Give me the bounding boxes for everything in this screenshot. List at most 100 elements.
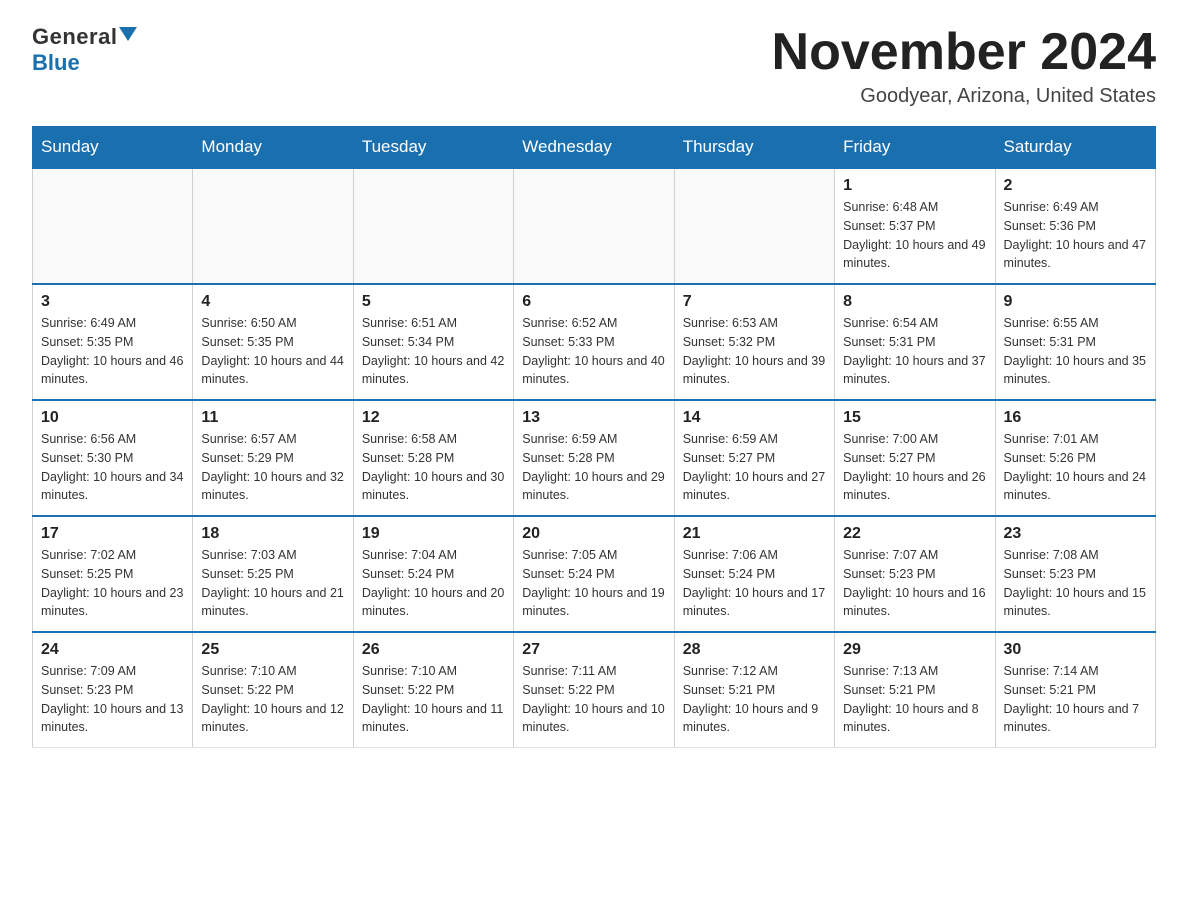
calendar-day-cell: 11 Sunrise: 6:57 AMSunset: 5:29 PMDayligh… (193, 400, 353, 516)
day-of-week-header: Friday (835, 127, 995, 169)
day-info: Sunrise: 6:58 AMSunset: 5:28 PMDaylight:… (362, 430, 505, 505)
day-number: 29 (843, 641, 986, 659)
day-info: Sunrise: 6:49 AMSunset: 5:36 PMDaylight:… (1004, 198, 1147, 273)
day-number: 5 (362, 293, 505, 311)
day-of-week-header: Monday (193, 127, 353, 169)
calendar-week-row: 10Sunrise: 6:56 AMSunset: 5:30 PMDayligh… (33, 400, 1156, 516)
logo-general-text: General (32, 24, 117, 50)
day-number: 24 (41, 641, 184, 659)
day-number: 27 (522, 641, 665, 659)
day-number: 22 (843, 525, 986, 543)
day-info: Sunrise: 7:11 AMSunset: 5:22 PMDaylight:… (522, 662, 665, 737)
calendar-day-cell: 24 Sunrise: 7:09 AMSunset: 5:23 PMDayligh… (33, 632, 193, 748)
day-number: 18 (201, 525, 344, 543)
calendar-week-row: 17 Sunrise: 7:02 AMSunset: 5:25 PMDayligh… (33, 516, 1156, 632)
day-number: 14 (683, 409, 826, 427)
day-info: Sunrise: 7:10 AMSunset: 5:22 PMDaylight:… (201, 662, 344, 737)
day-number: 12 (362, 409, 505, 427)
calendar-day-cell: 12 Sunrise: 6:58 AMSunset: 5:28 PMDayligh… (353, 400, 513, 516)
calendar-day-cell (193, 168, 353, 284)
day-info: Sunrise: 6:51 AMSunset: 5:34 PMDaylight:… (362, 314, 505, 389)
calendar-week-row: 1Sunrise: 6:48 AMSunset: 5:37 PMDaylight… (33, 168, 1156, 284)
day-info: Sunrise: 6:50 AMSunset: 5:35 PMDaylight:… (201, 314, 344, 389)
calendar-day-cell: 1Sunrise: 6:48 AMSunset: 5:37 PMDaylight… (835, 168, 995, 284)
day-number: 25 (201, 641, 344, 659)
day-info: Sunrise: 6:57 AMSunset: 5:29 PMDaylight:… (201, 430, 344, 505)
calendar-week-row: 24 Sunrise: 7:09 AMSunset: 5:23 PMDayligh… (33, 632, 1156, 748)
logo-blue-text: Blue (32, 50, 80, 76)
calendar-day-cell (33, 168, 193, 284)
calendar-day-cell: 4 Sunrise: 6:50 AMSunset: 5:35 PMDaylight… (193, 284, 353, 400)
day-number: 20 (522, 525, 665, 543)
day-number: 3 (41, 293, 184, 311)
day-info: Sunrise: 7:02 AMSunset: 5:25 PMDaylight:… (41, 546, 184, 621)
day-info: Sunrise: 7:05 AMSunset: 5:24 PMDaylight:… (522, 546, 665, 621)
day-number: 23 (1004, 525, 1147, 543)
day-number: 7 (683, 293, 826, 311)
title-block: November 2024 Goodyear, Arizona, United … (772, 24, 1156, 108)
calendar-title: November 2024 (772, 24, 1156, 81)
day-info: Sunrise: 7:14 AMSunset: 5:21 PMDaylight:… (1004, 662, 1147, 737)
day-info: Sunrise: 7:00 AMSunset: 5:27 PMDaylight:… (843, 430, 986, 505)
calendar-day-cell (674, 168, 834, 284)
day-of-week-header: Saturday (995, 127, 1155, 169)
calendar-day-cell: 26Sunrise: 7:10 AMSunset: 5:22 PMDayligh… (353, 632, 513, 748)
day-info: Sunrise: 7:10 AMSunset: 5:22 PMDaylight:… (362, 662, 505, 737)
calendar-day-cell: 15 Sunrise: 7:00 AMSunset: 5:27 PMDayligh… (835, 400, 995, 516)
day-of-week-header: Sunday (33, 127, 193, 169)
calendar-day-cell: 2 Sunrise: 6:49 AMSunset: 5:36 PMDaylight… (995, 168, 1155, 284)
day-of-week-header: Thursday (674, 127, 834, 169)
logo: General Blue (32, 24, 137, 76)
calendar-day-cell: 19 Sunrise: 7:04 AMSunset: 5:24 PMDayligh… (353, 516, 513, 632)
day-info: Sunrise: 6:59 AMSunset: 5:27 PMDaylight:… (683, 430, 826, 505)
calendar-day-cell: 16 Sunrise: 7:01 AMSunset: 5:26 PMDayligh… (995, 400, 1155, 516)
calendar-day-cell (514, 168, 674, 284)
day-info: Sunrise: 7:03 AMSunset: 5:25 PMDaylight:… (201, 546, 344, 621)
day-info: Sunrise: 6:54 AMSunset: 5:31 PMDaylight:… (843, 314, 986, 389)
day-info: Sunrise: 7:08 AMSunset: 5:23 PMDaylight:… (1004, 546, 1147, 621)
day-number: 1 (843, 177, 986, 195)
calendar-day-cell: 9Sunrise: 6:55 AMSunset: 5:31 PMDaylight… (995, 284, 1155, 400)
calendar-week-row: 3 Sunrise: 6:49 AMSunset: 5:35 PMDaylight… (33, 284, 1156, 400)
day-info: Sunrise: 7:06 AMSunset: 5:24 PMDaylight:… (683, 546, 826, 621)
calendar-day-cell: 21 Sunrise: 7:06 AMSunset: 5:24 PMDayligh… (674, 516, 834, 632)
day-of-week-header: Wednesday (514, 127, 674, 169)
calendar-day-cell: 17 Sunrise: 7:02 AMSunset: 5:25 PMDayligh… (33, 516, 193, 632)
day-info: Sunrise: 7:04 AMSunset: 5:24 PMDaylight:… (362, 546, 505, 621)
calendar-subtitle: Goodyear, Arizona, United States (772, 85, 1156, 108)
day-number: 4 (201, 293, 344, 311)
calendar-day-cell: 18 Sunrise: 7:03 AMSunset: 5:25 PMDayligh… (193, 516, 353, 632)
calendar-day-cell: 23 Sunrise: 7:08 AMSunset: 5:23 PMDayligh… (995, 516, 1155, 632)
calendar-day-cell: 25 Sunrise: 7:10 AMSunset: 5:22 PMDayligh… (193, 632, 353, 748)
calendar-table: SundayMondayTuesdayWednesdayThursdayFrid… (32, 126, 1156, 748)
calendar-day-cell: 30Sunrise: 7:14 AMSunset: 5:21 PMDayligh… (995, 632, 1155, 748)
calendar-day-cell: 14 Sunrise: 6:59 AMSunset: 5:27 PMDayligh… (674, 400, 834, 516)
day-info: Sunrise: 7:07 AMSunset: 5:23 PMDaylight:… (843, 546, 986, 621)
day-number: 21 (683, 525, 826, 543)
calendar-day-cell: 5 Sunrise: 6:51 AMSunset: 5:34 PMDaylight… (353, 284, 513, 400)
day-number: 19 (362, 525, 505, 543)
day-number: 11 (201, 409, 344, 427)
calendar-day-cell: 22 Sunrise: 7:07 AMSunset: 5:23 PMDayligh… (835, 516, 995, 632)
day-number: 16 (1004, 409, 1147, 427)
day-number: 2 (1004, 177, 1147, 195)
day-number: 15 (843, 409, 986, 427)
day-info: Sunrise: 7:12 AMSunset: 5:21 PMDaylight:… (683, 662, 826, 737)
day-number: 8 (843, 293, 986, 311)
day-info: Sunrise: 6:55 AMSunset: 5:31 PMDaylight:… (1004, 314, 1147, 389)
day-number: 28 (683, 641, 826, 659)
day-info: Sunrise: 7:01 AMSunset: 5:26 PMDaylight:… (1004, 430, 1147, 505)
page-header: General Blue November 2024 Goodyear, Ari… (32, 24, 1156, 108)
day-info: Sunrise: 6:49 AMSunset: 5:35 PMDaylight:… (41, 314, 184, 389)
calendar-day-cell (353, 168, 513, 284)
day-info: Sunrise: 6:52 AMSunset: 5:33 PMDaylight:… (522, 314, 665, 389)
day-info: Sunrise: 7:09 AMSunset: 5:23 PMDaylight:… (41, 662, 184, 737)
calendar-day-cell: 13Sunrise: 6:59 AMSunset: 5:28 PMDayligh… (514, 400, 674, 516)
day-of-week-header: Tuesday (353, 127, 513, 169)
calendar-day-cell: 28 Sunrise: 7:12 AMSunset: 5:21 PMDayligh… (674, 632, 834, 748)
calendar-day-cell: 7 Sunrise: 6:53 AMSunset: 5:32 PMDaylight… (674, 284, 834, 400)
day-number: 17 (41, 525, 184, 543)
calendar-day-cell: 20 Sunrise: 7:05 AMSunset: 5:24 PMDayligh… (514, 516, 674, 632)
day-info: Sunrise: 6:53 AMSunset: 5:32 PMDaylight:… (683, 314, 826, 389)
calendar-day-cell: 29Sunrise: 7:13 AMSunset: 5:21 PMDayligh… (835, 632, 995, 748)
